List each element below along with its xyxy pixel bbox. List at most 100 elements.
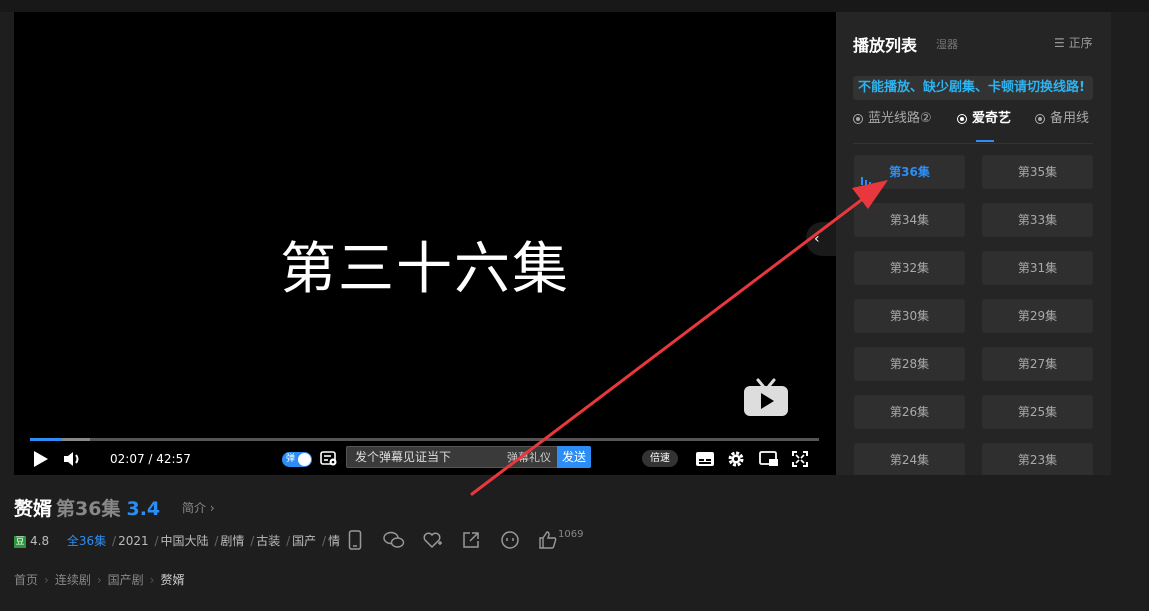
meta-year[interactable]: 2021 — [118, 534, 149, 548]
chevron-left-icon: ‹ — [814, 231, 820, 247]
mobile-watch-button[interactable] — [344, 529, 366, 551]
episode-item[interactable]: 第26集 — [854, 395, 965, 429]
meta-region[interactable]: 中国大陆 — [161, 534, 209, 548]
like-count: 1069 — [558, 529, 584, 540]
douban-icon: 豆 — [14, 535, 26, 548]
feedback-button[interactable] — [499, 529, 521, 551]
video-player[interactable]: 第三十六集 02:07 / 42:57 弹 发个弹幕见证当下 弹幕礼仪 发送 倍… — [14, 12, 836, 475]
thumbs-up-icon — [539, 531, 557, 549]
smiley-icon — [501, 531, 519, 549]
route-label: 爱奇艺 — [972, 111, 1012, 126]
episode-item[interactable]: 第28集 — [854, 347, 965, 381]
total-time: 42:57 — [156, 452, 191, 466]
play-icon — [34, 451, 48, 467]
pip-button[interactable] — [758, 444, 780, 474]
meta-separator: / — [214, 534, 219, 548]
danmu-settings-icon — [320, 451, 337, 466]
show-meta: 豆 4.8 全36集 /2021 /中国大陆 / 剧情 / 古装 / 国产 / 情 — [14, 532, 340, 548]
settings-button[interactable] — [725, 444, 747, 474]
route-label: 蓝光线路② — [868, 111, 932, 126]
route-tab-backup[interactable]: 备用线 — [1035, 110, 1089, 128]
radio-icon — [853, 113, 863, 124]
meta-genre[interactable]: 古装 — [256, 534, 280, 548]
play-button[interactable] — [30, 444, 52, 474]
breadcrumb-item[interactable]: 连续剧 — [55, 573, 91, 587]
progress-buffered — [62, 438, 90, 441]
episode-item[interactable]: 第29集 — [982, 299, 1093, 333]
breadcrumb-item[interactable]: 国产剧 — [108, 573, 144, 587]
heart-add-icon — [423, 532, 442, 549]
gear-icon — [728, 451, 744, 467]
top-bar — [0, 0, 1149, 12]
wechat-share-button[interactable] — [383, 529, 405, 551]
wechat-icon — [383, 531, 405, 548]
breadcrumb-separator: › — [44, 573, 49, 587]
fullscreen-button[interactable] — [789, 444, 811, 474]
danmu-placeholder: 发个弹幕见证当下 — [355, 450, 452, 464]
radio-icon — [957, 113, 967, 124]
player-controls: 02:07 / 42:57 弹 发个弹幕见证当下 弹幕礼仪 发送 倍速 — [14, 444, 836, 474]
meta-genre[interactable]: 剧情 — [220, 534, 244, 548]
send-button[interactable]: 发送 — [557, 446, 591, 468]
route-tab-bluray[interactable]: 蓝光线路② — [853, 110, 932, 128]
all-episodes-link[interactable]: 全36集 — [67, 534, 106, 548]
episode-item[interactable]: 第30集 — [854, 299, 965, 333]
danmu-toggle-label: 弹 — [286, 454, 296, 464]
danmu-settings-button[interactable] — [318, 444, 340, 474]
episode-item[interactable]: 第36集 — [854, 155, 965, 189]
breadcrumb-separator: › — [149, 573, 155, 587]
sort-icon: ☰ — [1054, 36, 1065, 50]
route-divider — [853, 143, 1093, 144]
show-score: 3.4 — [126, 498, 161, 520]
sort-label: 正序 — [1068, 36, 1093, 50]
episode-item[interactable]: 第32集 — [854, 251, 965, 285]
volume-button[interactable] — [62, 444, 84, 474]
breadcrumb-separator: › — [96, 573, 102, 587]
speed-button[interactable]: 倍速 — [642, 450, 678, 467]
episode-label: 第36集 — [889, 165, 930, 179]
route-tabs: 蓝光线路② 爱奇艺 备用线 — [853, 110, 1111, 132]
sort-button[interactable]: ☰ 正序 — [1054, 34, 1093, 51]
breadcrumb-item: 赘婿 — [160, 573, 185, 587]
show-title: 赘婿 — [14, 498, 53, 520]
episode-item[interactable]: 第27集 — [982, 347, 1093, 381]
meta-separator: / — [112, 534, 117, 548]
fullscreen-icon — [792, 451, 808, 467]
favorite-button[interactable] — [422, 529, 444, 551]
share-button[interactable] — [460, 529, 482, 551]
show-title-line: 赘婿 第36集 3.4 — [14, 494, 160, 521]
douban-score: 4.8 — [30, 534, 50, 548]
breadcrumb-item[interactable]: 首页 — [14, 573, 38, 587]
route-tab-iqiyi[interactable]: 爱奇艺 — [957, 110, 1011, 128]
meta-genre[interactable]: 国产 — [292, 534, 316, 548]
meta-separator: / — [250, 534, 255, 548]
episode-item[interactable]: 第31集 — [982, 251, 1093, 285]
picture-in-picture-icon — [759, 451, 778, 466]
phone-icon — [348, 530, 362, 550]
route-tab-indicator — [976, 140, 994, 142]
meta-separator: / — [322, 534, 327, 548]
intro-link[interactable]: 简介 › — [182, 499, 215, 516]
episode-banner: 第三十六集 — [280, 237, 570, 302]
time-display: 02:07 / 42:57 — [110, 444, 191, 474]
episode-item[interactable]: 第35集 — [982, 155, 1093, 189]
playlist-panel: 播放列表 湿器 ☰ 正序 不能播放、缺少剧集、卡顿请切换线路! 蓝光线路② 爱奇… — [836, 12, 1111, 475]
episode-item[interactable]: 第24集 — [854, 443, 965, 475]
playlist-subtitle: 湿器 — [936, 38, 958, 51]
meta-separator: / — [154, 534, 159, 548]
episode-item[interactable]: 第34集 — [854, 203, 965, 237]
danmu-etiquette-link[interactable]: 弹幕礼仪 — [507, 447, 551, 468]
collapse-playlist-button[interactable]: ‹ — [806, 222, 836, 256]
meta-genre[interactable]: 情 — [328, 534, 340, 548]
share-icon — [463, 532, 479, 548]
subtitle-button[interactable] — [694, 444, 716, 474]
route-notice-text: 不能播放、缺少剧集、卡顿请切换线路! — [858, 80, 1085, 95]
danmu-toggle[interactable]: 弹 — [282, 452, 312, 467]
episode-item[interactable]: 第33集 — [982, 203, 1093, 237]
episode-item[interactable]: 第25集 — [982, 395, 1093, 429]
like-button[interactable] — [537, 529, 559, 551]
episode-item[interactable]: 第23集 — [982, 443, 1093, 475]
danmu-input[interactable]: 发个弹幕见证当下 弹幕礼仪 发送 — [346, 446, 591, 468]
progress-bar[interactable] — [30, 438, 819, 441]
route-label: 备用线 — [1050, 111, 1090, 126]
